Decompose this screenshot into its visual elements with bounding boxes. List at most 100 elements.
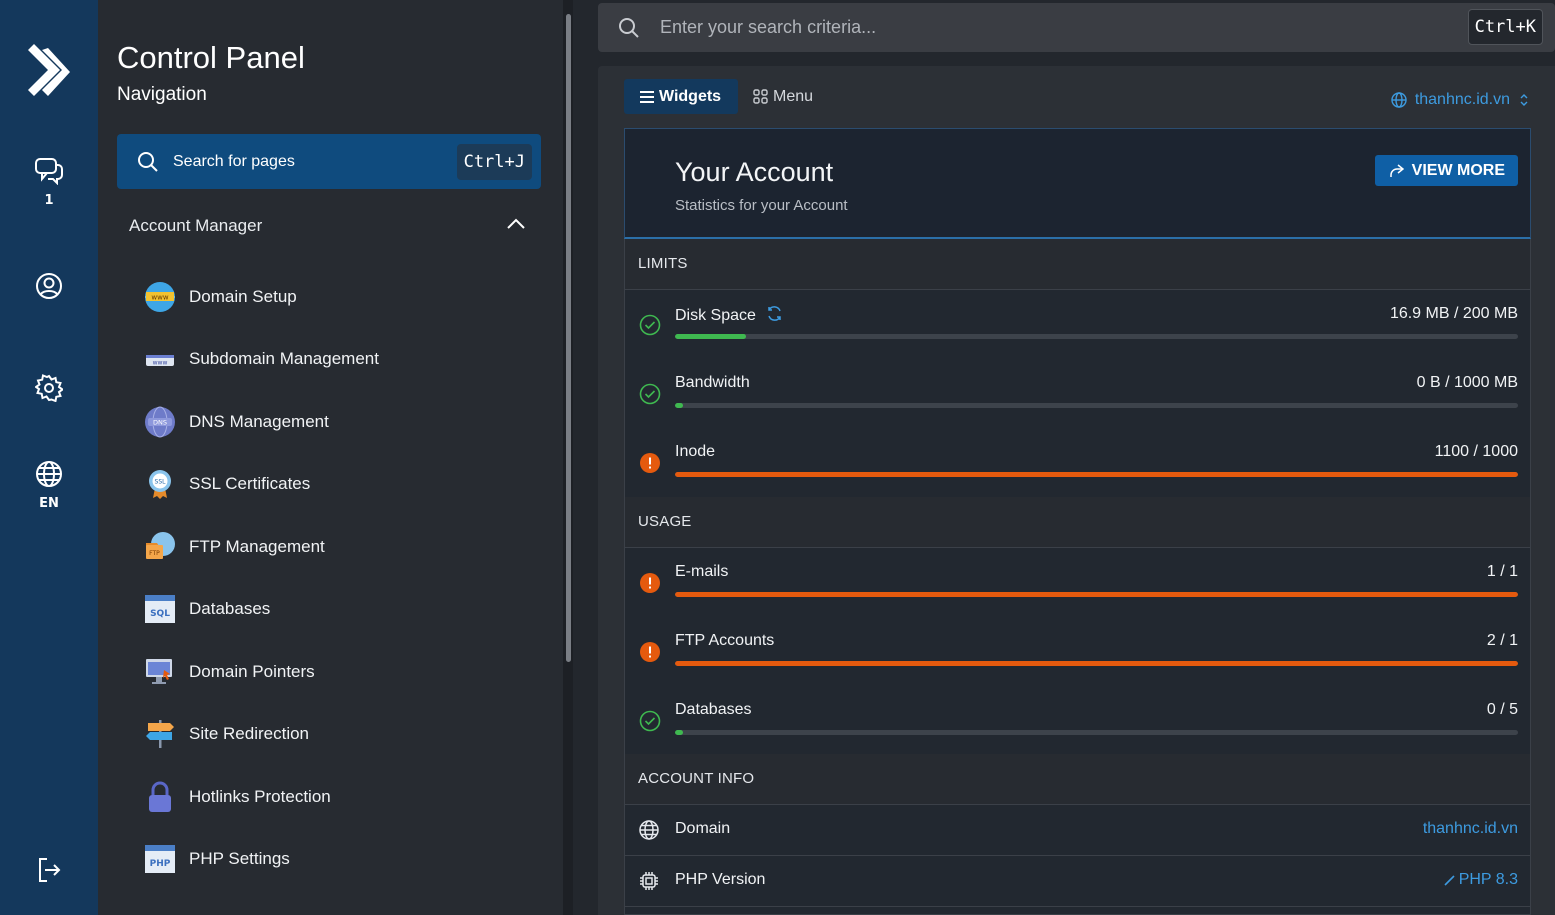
usage-bar-fill (675, 730, 684, 735)
sidebar-item-site-redirection[interactable]: Site Redirection (144, 716, 309, 752)
nav-label: SSL Certificates (189, 474, 311, 493)
svg-text:SSL: SSL (155, 479, 167, 486)
usage-bar-fill (675, 592, 1518, 597)
chat-badge: 1 (44, 193, 54, 208)
chevron-up-icon[interactable] (507, 218, 525, 230)
lock-icon (149, 781, 171, 812)
php-version-link[interactable]: PHP 8.3 (1444, 871, 1518, 889)
sql-icon: SQL (145, 595, 175, 623)
stat-label-text: Bandwidth (675, 374, 750, 391)
stat-label: Databases (675, 701, 752, 719)
subdomain-icon: www (146, 355, 174, 367)
stat-row-e-mails: E-mails 1 / 1 (624, 548, 1531, 618)
global-search-input[interactable]: Enter your search criteria... Ctrl+K (598, 3, 1555, 52)
stat-label-text: Databases (675, 701, 752, 718)
stat-row-disk-space: Disk Space 16.9 MB / 200 MB (624, 290, 1531, 360)
sidebar-item-php[interactable]: PHP PHP Settings (144, 841, 290, 877)
stat-label-text: FTP Accounts (675, 632, 775, 649)
stat-value: 0 / 5 (1486, 701, 1518, 718)
language-button[interactable]: EN (0, 460, 98, 511)
domain-select-value: thanhnc.id.vn (1414, 91, 1510, 108)
php-version-value: PHP 8.3 (1458, 871, 1518, 888)
logout-icon (39, 858, 61, 882)
stat-label-text: E-mails (675, 563, 729, 580)
domain-pointers-icon (146, 659, 172, 684)
search-pages-shortcut: Ctrl+J (456, 144, 532, 180)
info-label: PHP Version (675, 871, 766, 888)
nav-label: DNS Management (189, 412, 329, 431)
stat-label: Bandwidth (675, 374, 750, 392)
search-pages-button[interactable]: Search for pages Ctrl+J (117, 134, 541, 189)
svg-text:SQL: SQL (150, 609, 170, 619)
sidebar-item-ssl[interactable]: SSL SSL Certificates (144, 466, 310, 502)
profile-button[interactable] (0, 272, 98, 300)
ssl-icon: SSL (149, 470, 171, 499)
search-shortcut: Ctrl+K (1467, 9, 1543, 45)
domain-value: thanhnc.id.vn (1422, 820, 1518, 837)
list-icon (640, 90, 654, 103)
svg-text:FTP: FTP (149, 550, 160, 557)
chat-button[interactable]: 1 (0, 157, 98, 208)
usage-bar (675, 472, 1518, 477)
sidebar-item-subdomain[interactable]: www Subdomain Management (144, 341, 379, 377)
icon-rail: 1 EN (0, 0, 98, 915)
nav-label: FTP Management (189, 537, 325, 556)
grid-icon (753, 89, 768, 104)
stat-value: 0 B / 1000 MB (1416, 374, 1518, 391)
stat-row-bandwidth: Bandwidth 0 B / 1000 MB (624, 359, 1531, 429)
nav-label: Domain Pointers (189, 662, 315, 681)
warning-icon (639, 452, 661, 479)
usage-bar-fill (675, 334, 747, 339)
ftp-icon: FTP (146, 532, 175, 559)
scrollbar-thumb[interactable] (566, 14, 571, 662)
gear-icon (35, 374, 63, 402)
sidebar-item-dns[interactable]: DNS DNS Management (144, 404, 329, 440)
php-icon: PHP (145, 845, 175, 873)
user-circle-icon (36, 273, 62, 299)
warning-icon (639, 572, 661, 599)
usage-bar (675, 661, 1518, 666)
info-row-php: PHP Version PHP 8.3 (624, 856, 1531, 907)
account-manager-header[interactable]: Account Manager (129, 216, 262, 236)
svg-text:DNS: DNS (153, 419, 167, 427)
chevron-updown-icon (1520, 94, 1528, 106)
sidebar-item-hotlinks[interactable]: Hotlinks Protection (144, 779, 331, 815)
sidebar-item-databases[interactable]: SQL Databases (144, 591, 270, 627)
tab-menu[interactable]: Menu (753, 79, 813, 114)
tab-menu-label: Menu (773, 87, 814, 105)
stat-row-inode: Inode 1100 / 1000 (624, 428, 1531, 498)
stat-label-text: Disk Space (675, 307, 756, 324)
nav-label: Databases (189, 599, 271, 618)
account-subtitle: Statistics for your Account (675, 197, 848, 214)
sidebar-item-ftp[interactable]: FTP FTP Management (144, 529, 325, 565)
domain-select[interactable]: thanhnc.id.vn (1391, 91, 1528, 109)
sidebar-item-domain-setup[interactable]: www Domain Setup (144, 279, 297, 315)
stat-label: FTP Accounts (675, 632, 774, 650)
sidebar-scrollbar[interactable] (563, 0, 573, 915)
warning-icon (639, 641, 661, 668)
globe-icon (1391, 92, 1407, 108)
stat-label-text: Inode (675, 443, 716, 460)
refresh-icon[interactable] (766, 305, 783, 327)
search-icon (619, 17, 639, 38)
nav-label: Site Redirection (189, 724, 310, 743)
globe-icon (36, 461, 62, 487)
signpost-icon (146, 720, 174, 748)
settings-button[interactable] (0, 374, 98, 402)
stat-value: 1 / 1 (1486, 563, 1518, 580)
tab-widgets[interactable]: Widgets (624, 79, 738, 114)
stat-label: Disk Space (675, 305, 783, 327)
logout-button[interactable] (0, 856, 98, 884)
globe-icon (639, 820, 659, 840)
usage-bar (675, 403, 1518, 408)
sidebar-item-domain-pointers[interactable]: Domain Pointers (144, 654, 315, 690)
chat-icon (35, 158, 63, 185)
logo-icon[interactable] (24, 44, 72, 96)
tab-widgets-label: Widgets (659, 87, 722, 105)
domain-link[interactable]: thanhnc.id.vn (1423, 820, 1518, 838)
search-pages-label: Search for pages (173, 152, 295, 170)
usage-bar (675, 334, 1518, 339)
info-label: Domain (675, 820, 731, 837)
svg-text:PHP: PHP (150, 859, 171, 869)
view-more-button[interactable]: VIEW MORE (1374, 155, 1518, 186)
